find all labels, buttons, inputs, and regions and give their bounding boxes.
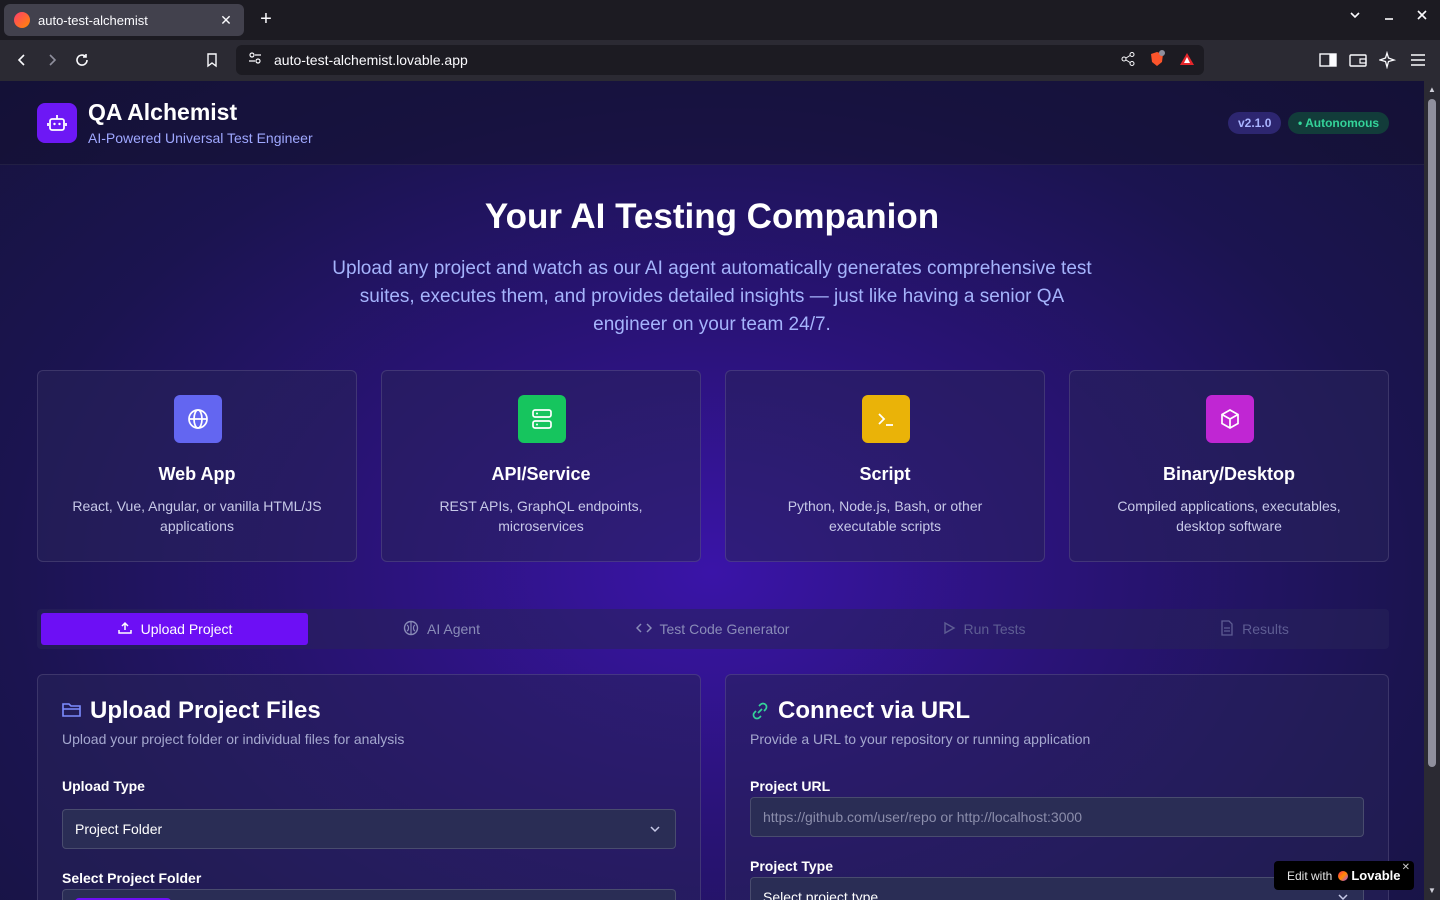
close-icon[interactable]: ✕ <box>1402 862 1410 873</box>
hero-description: Upload any project and watch as our AI a… <box>332 258 1092 335</box>
server-icon <box>518 395 566 443</box>
globe-icon <box>174 395 222 443</box>
upload-type-select[interactable]: Project Folder <box>62 809 676 849</box>
card-description: Compiled applications, executables, desk… <box>1117 498 1341 534</box>
tab-upload-project[interactable]: Upload Project <box>41 613 308 645</box>
brave-rewards-icon[interactable] <box>1178 50 1196 73</box>
brave-shield-icon[interactable] <box>1148 50 1166 73</box>
select-value: Select project type <box>763 889 879 900</box>
brain-icon <box>403 620 419 639</box>
tab-label: Upload Project <box>140 621 233 637</box>
card-title: Binary/Desktop <box>1162 464 1296 484</box>
site-settings-icon[interactable] <box>248 51 262 70</box>
terminal-icon <box>862 395 910 443</box>
chevron-down-icon <box>1337 890 1349 900</box>
forward-icon[interactable] <box>40 48 64 72</box>
package-icon <box>1206 395 1254 443</box>
close-window-button[interactable] <box>1412 8 1432 27</box>
tab-list-button[interactable] <box>1345 8 1365 27</box>
card-binary-desktop[interactable]: Binary/Desktop Compiled applications, ex… <box>1069 370 1389 562</box>
scroll-down-icon[interactable]: ▼ <box>1427 886 1437 896</box>
upload-icon <box>117 620 133 639</box>
sidebar-icon[interactable] <box>1316 48 1340 72</box>
card-title: API/Service <box>491 464 591 484</box>
app-subtitle: AI-Powered Universal Test Engineer <box>88 130 313 146</box>
chevron-down-icon <box>649 822 661 838</box>
card-description: REST APIs, GraphQL endpoints, microservi… <box>439 498 643 534</box>
url-text: auto-test-alchemist.lovable.app <box>274 52 468 68</box>
card-web-app[interactable]: Web App React, Vue, Angular, or vanilla … <box>37 370 357 562</box>
tab-run-tests[interactable]: Run Tests <box>850 613 1117 645</box>
play-icon <box>942 621 956 638</box>
panel-title: Connect via URL <box>778 697 971 724</box>
browser-tab[interactable]: auto-test-alchemist ✕ <box>4 4 244 36</box>
url-placeholder: https://github.com/user/repo or http://l… <box>763 809 1083 825</box>
code-icon <box>635 620 652 639</box>
tab-ai-agent[interactable]: AI Agent <box>308 613 575 645</box>
bot-logo-icon <box>37 103 77 143</box>
scroll-up-icon[interactable]: ▲ <box>1427 85 1437 95</box>
lovable-prefix: Edit with <box>1287 868 1333 883</box>
status-badge: • Autonomous <box>1288 112 1390 134</box>
tab-label: Results <box>1242 621 1289 637</box>
page-scrollbar[interactable]: ▲ ▼ <box>1424 81 1440 900</box>
folder-icon <box>62 701 82 724</box>
main-tabs: Upload Project AI Agent Test Code Genera… <box>37 609 1389 649</box>
folder-label: Select Project Folder <box>62 870 202 886</box>
project-type-select[interactable]: Select project type <box>750 877 1364 900</box>
version-badge: v2.1.0 <box>1228 112 1282 134</box>
file-icon <box>1220 619 1234 639</box>
folder-file-input[interactable] <box>62 889 676 900</box>
panel-subtitle: Provide a URL to your repository or runn… <box>750 731 1091 747</box>
project-type-label: Project Type <box>750 858 833 874</box>
panel-title: Upload Project Files <box>90 697 321 724</box>
edit-with-lovable-badge[interactable]: Edit with Lovable ✕ <box>1274 861 1414 890</box>
browser-tab-bar: auto-test-alchemist ✕ + <box>0 0 1440 40</box>
wallet-icon[interactable] <box>1346 48 1370 72</box>
card-script[interactable]: Script Python, Node.js, Bash, or other e… <box>725 370 1045 562</box>
link-icon <box>750 701 770 726</box>
leo-ai-icon[interactable] <box>1376 48 1400 72</box>
select-value: Project Folder <box>75 821 163 837</box>
favicon-icon <box>14 12 30 28</box>
close-tab-icon[interactable]: ✕ <box>218 12 234 29</box>
page-content: QA Alchemist AI-Powered Universal Test E… <box>0 81 1424 900</box>
app-title: QA Alchemist <box>88 99 238 125</box>
address-bar[interactable]: auto-test-alchemist.lovable.app <box>236 45 1204 75</box>
scroll-thumb[interactable] <box>1428 99 1436 767</box>
new-tab-button[interactable]: + <box>256 8 276 32</box>
tab-label: Run Tests <box>963 621 1026 637</box>
app-header: QA Alchemist AI-Powered Universal Test E… <box>0 81 1424 165</box>
card-description: Python, Node.js, Bash, or other executab… <box>787 498 983 534</box>
panel-subtitle: Upload your project folder or individual… <box>62 731 405 747</box>
card-title: Web App <box>158 464 236 484</box>
minimize-button[interactable] <box>1379 8 1399 27</box>
tab-results[interactable]: Results <box>1121 613 1388 645</box>
reload-icon[interactable] <box>70 48 94 72</box>
upload-panel: Upload Project Files Upload your project… <box>37 674 701 900</box>
card-description: React, Vue, Angular, or vanilla HTML/JS … <box>72 498 322 534</box>
upload-type-label: Upload Type <box>62 778 145 794</box>
menu-icon[interactable] <box>1406 48 1430 72</box>
bookmark-icon[interactable] <box>200 48 224 72</box>
card-api-service[interactable]: API/Service REST APIs, GraphQL endpoints… <box>381 370 701 562</box>
tab-label: Test Code Generator <box>659 621 790 637</box>
tab-test-code-generator[interactable]: Test Code Generator <box>579 613 846 645</box>
card-title: Script <box>859 464 911 484</box>
project-url-input[interactable]: https://github.com/user/repo or http://l… <box>750 797 1364 837</box>
lovable-logo-icon <box>1338 870 1349 881</box>
lovable-brand: Lovable <box>1351 868 1401 883</box>
browser-nav-bar: auto-test-alchemist.lovable.app <box>0 40 1440 81</box>
tab-title: auto-test-alchemist <box>38 12 148 28</box>
tab-label: AI Agent <box>427 621 480 637</box>
project-url-label: Project URL <box>750 778 831 794</box>
share-icon[interactable] <box>1120 51 1136 72</box>
back-icon[interactable] <box>10 48 34 72</box>
hero-title: Your AI Testing Companion <box>484 197 940 236</box>
